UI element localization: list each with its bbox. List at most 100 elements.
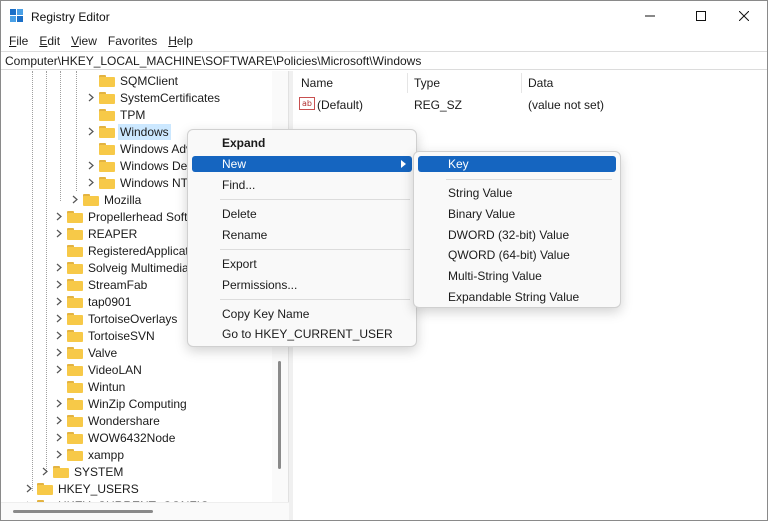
close-button[interactable] <box>721 1 767 31</box>
folder-icon <box>67 380 83 393</box>
tree-item-label: Valve <box>88 345 118 360</box>
chevron-right-icon[interactable] <box>53 208 65 225</box>
folder-icon <box>67 210 83 223</box>
menu-item-new[interactable]: New <box>192 156 412 172</box>
chevron-right-icon <box>401 160 406 168</box>
menu-file[interactable]: File <box>5 31 32 51</box>
chevron-right-icon[interactable] <box>53 446 65 463</box>
tree-item[interactable]: RegisteredApplicatio <box>53 242 200 259</box>
tree-item[interactable]: Wondershare <box>53 412 162 429</box>
menu-item-export[interactable]: Export <box>192 256 412 272</box>
menu-item-new-key[interactable]: Key <box>418 156 616 172</box>
tree-item[interactable]: Windows Adv <box>85 140 194 157</box>
tree-item[interactable]: TPM <box>85 106 147 123</box>
column-header-data[interactable]: Data <box>528 76 553 90</box>
tree-guide-line <box>32 71 33 491</box>
folder-icon <box>67 448 83 461</box>
chevron-right-icon[interactable] <box>85 123 97 140</box>
maximize-button[interactable] <box>678 1 724 31</box>
chevron-right-icon[interactable] <box>85 174 97 191</box>
menu-item-dword-value[interactable]: DWORD (32-bit) Value <box>418 227 616 243</box>
string-value-icon: ab <box>299 97 315 110</box>
chevron-right-icon[interactable] <box>85 89 97 106</box>
menu-favorites[interactable]: Favorites <box>104 31 161 51</box>
chevron-right-icon[interactable] <box>69 191 81 208</box>
tree-item[interactable]: TortoiseOverlays <box>53 310 179 327</box>
chevron-right-icon[interactable] <box>53 344 65 361</box>
chevron-right-icon[interactable] <box>53 327 65 344</box>
menu-item-goto-hkcu[interactable]: Go to HKEY_CURRENT_USER <box>192 326 412 342</box>
menu-view[interactable]: View <box>67 31 101 51</box>
tree-item[interactable]: Windows NT <box>85 174 190 191</box>
scrollbar-thumb[interactable] <box>13 510 153 513</box>
tree-item[interactable]: HKEY_USERS <box>23 480 141 497</box>
chevron-right-icon[interactable] <box>53 412 65 429</box>
chevron-right-icon[interactable] <box>85 157 97 174</box>
menu-item-permissions[interactable]: Permissions... <box>192 277 412 293</box>
tree-item[interactable]: REAPER <box>53 225 139 242</box>
tree-item-label: Windows NT <box>120 175 189 190</box>
folder-icon <box>83 193 99 206</box>
tree-guide-line <box>60 71 61 201</box>
tree-item[interactable]: VideoLAN <box>53 361 144 378</box>
chevron-right-icon[interactable] <box>53 276 65 293</box>
menu-item-expand[interactable]: Expand <box>192 135 412 151</box>
tree-item[interactable]: WinZip Computing <box>53 395 189 412</box>
tree-item[interactable]: SQMClient <box>85 72 180 89</box>
tree-item[interactable]: StreamFab <box>53 276 149 293</box>
folder-icon <box>67 363 83 376</box>
menu-item-delete[interactable]: Delete <box>192 206 412 222</box>
column-header-name[interactable]: Name <box>301 76 333 90</box>
tree-item[interactable]: tap0901 <box>53 293 133 310</box>
folder-icon <box>99 91 115 104</box>
menu-item-copy-key-name[interactable]: Copy Key Name <box>192 306 412 322</box>
folder-icon <box>99 125 115 138</box>
tree-item[interactable]: Solveig Multimedia <box>53 259 191 276</box>
chevron-right-icon[interactable] <box>23 480 35 497</box>
menu-item-string-value[interactable]: String Value <box>418 185 616 201</box>
column-divider[interactable] <box>407 73 408 93</box>
tree-item[interactable]: Windows <box>85 123 171 140</box>
chevron-right-icon[interactable] <box>53 259 65 276</box>
tree-horizontal-scrollbar[interactable] <box>1 502 289 520</box>
tree-item[interactable]: Mozilla <box>69 191 143 208</box>
value-row[interactable]: ab (Default) REG_SZ (value not set) <box>293 96 767 113</box>
registry-editor-app-icon <box>10 9 24 23</box>
column-divider[interactable] <box>521 73 522 93</box>
tree-item[interactable]: SystemCertificates <box>85 89 222 106</box>
chevron-right-icon[interactable] <box>53 293 65 310</box>
tree-item[interactable]: Propellerhead Softw <box>53 208 198 225</box>
tree-item[interactable]: SYSTEM <box>39 463 125 480</box>
minimize-button[interactable] <box>627 1 673 31</box>
tree-item-label: SystemCertificates <box>120 90 221 105</box>
menu-item-qword-value[interactable]: QWORD (64-bit) Value <box>418 247 616 263</box>
tree-item[interactable]: Valve <box>53 344 119 361</box>
menu-help[interactable]: Help <box>164 31 197 51</box>
tree-item-label: Windows <box>118 123 171 140</box>
column-header-type[interactable]: Type <box>414 76 440 90</box>
tree-item[interactable]: xampp <box>53 446 126 463</box>
menu-item-expandable-string-value[interactable]: Expandable String Value <box>418 289 616 305</box>
address-bar[interactable]: Computer\HKEY_LOCAL_MACHINE\SOFTWARE\Pol… <box>1 51 767 70</box>
chevron-right-icon[interactable] <box>39 463 51 480</box>
folder-icon <box>99 142 115 155</box>
menu-item-multi-string-value[interactable]: Multi-String Value <box>418 268 616 284</box>
menu-item-binary-value[interactable]: Binary Value <box>418 206 616 222</box>
scrollbar-thumb[interactable] <box>278 361 281 469</box>
menu-item-rename[interactable]: Rename <box>192 227 412 243</box>
chevron-right-icon[interactable] <box>53 429 65 446</box>
tree-item-label: WinZip Computing <box>88 396 187 411</box>
chevron-right-icon[interactable] <box>53 310 65 327</box>
menu-item-find[interactable]: Find... <box>192 177 412 193</box>
chevron-right-icon[interactable] <box>53 361 65 378</box>
tree-item[interactable]: WOW6432Node <box>53 429 177 446</box>
tree-item[interactable]: Wintun <box>53 378 127 395</box>
menu-edit[interactable]: Edit <box>35 31 64 51</box>
tree-item[interactable]: Windows Defe <box>85 157 199 174</box>
folder-icon <box>37 482 53 495</box>
tree-item[interactable]: TortoiseSVN <box>53 327 157 344</box>
chevron-right-icon[interactable] <box>53 225 65 242</box>
chevron-right-icon[interactable] <box>53 395 65 412</box>
